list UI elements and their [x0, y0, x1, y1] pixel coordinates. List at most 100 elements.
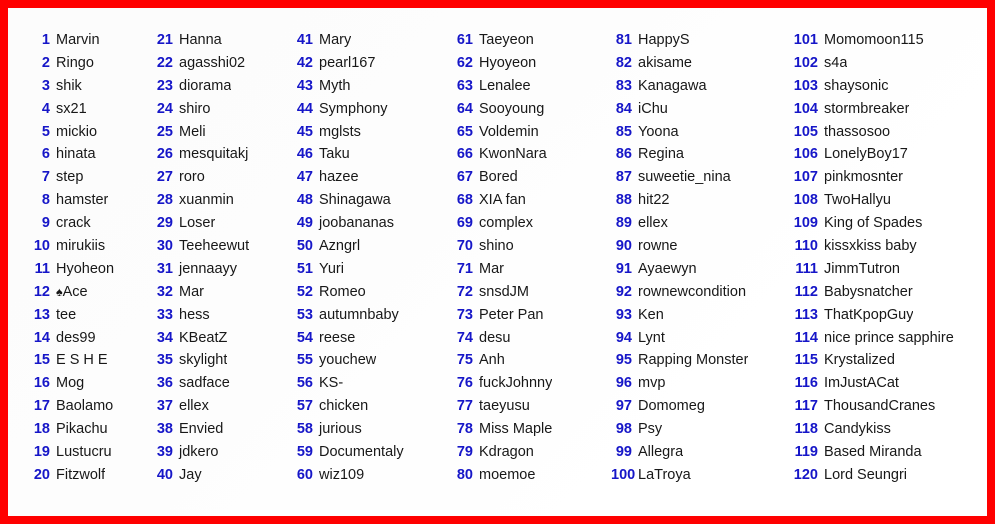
list-item[interactable]: 64 Sooyoung	[452, 98, 608, 121]
list-item[interactable]: 22 agasshi02	[152, 52, 288, 75]
list-item[interactable]: 19 Lustucru	[29, 441, 148, 464]
list-item[interactable]: 42 pearl167	[292, 52, 448, 75]
list-item[interactable]: 30 Teeheewut	[152, 235, 288, 258]
list-item[interactable]: 66 KwonNara	[452, 143, 608, 166]
list-item[interactable]: 86 Regina	[611, 143, 786, 166]
list-item[interactable]: 41 Mary	[292, 29, 448, 52]
list-item[interactable]: 111 JimmTutron	[789, 258, 982, 281]
list-item[interactable]: 72 snsdJM	[452, 281, 608, 304]
list-item[interactable]: 117 ThousandCranes	[789, 395, 982, 418]
list-item[interactable]: 70 shino	[452, 235, 608, 258]
list-item[interactable]: 50 Azngrl	[292, 235, 448, 258]
list-item[interactable]: 101 Momomoon115	[789, 29, 982, 52]
list-item[interactable]: 84 iChu	[611, 98, 786, 121]
list-item[interactable]: 18 Pikachu	[29, 418, 148, 441]
list-item[interactable]: 107 pinkmosnter	[789, 166, 982, 189]
list-item[interactable]: 92 rownewcondition	[611, 281, 786, 304]
list-item[interactable]: 109 King of Spades	[789, 212, 982, 235]
list-item[interactable]: 55 youchew	[292, 349, 448, 372]
list-item[interactable]: 32 Mar	[152, 281, 288, 304]
list-item[interactable]: 115 Krystalized	[789, 349, 982, 372]
list-item[interactable]: 77 taeyusu	[452, 395, 608, 418]
list-item[interactable]: 58 jurious	[292, 418, 448, 441]
list-item[interactable]: 49 joobananas	[292, 212, 448, 235]
list-item[interactable]: 82 akisame	[611, 52, 786, 75]
list-item[interactable]: 73 Peter Pan	[452, 304, 608, 327]
list-item[interactable]: 62 Hyoyeon	[452, 52, 608, 75]
list-item[interactable]: 40 Jay	[152, 464, 288, 487]
list-item[interactable]: 57 chicken	[292, 395, 448, 418]
list-item[interactable]: 36 sadface	[152, 372, 288, 395]
list-item[interactable]: 63 Lenalee	[452, 75, 608, 98]
list-item[interactable]: 48 Shinagawa	[292, 189, 448, 212]
list-item[interactable]: 52 Romeo	[292, 281, 448, 304]
list-item[interactable]: 8 hamster	[29, 189, 148, 212]
list-item[interactable]: 1 Marvin	[29, 29, 148, 52]
list-item[interactable]: 98 Psy	[611, 418, 786, 441]
list-item[interactable]: 13 tee	[29, 304, 148, 327]
list-item[interactable]: 71 Mar	[452, 258, 608, 281]
list-item[interactable]: 47 hazee	[292, 166, 448, 189]
list-item[interactable]: 43 Myth	[292, 75, 448, 98]
list-item[interactable]: 120 Lord Seungri	[789, 464, 982, 487]
list-item[interactable]: 25 Meli	[152, 121, 288, 144]
list-item[interactable]: 93 Ken	[611, 304, 786, 327]
list-item[interactable]: 89 ellex	[611, 212, 786, 235]
list-item[interactable]: 104 stormbreaker	[789, 98, 982, 121]
list-item[interactable]: 118 Candykiss	[789, 418, 982, 441]
list-item[interactable]: 16 Mog	[29, 372, 148, 395]
list-item[interactable]: 51 Yuri	[292, 258, 448, 281]
list-item[interactable]: 61 Taeyeon	[452, 29, 608, 52]
list-item[interactable]: 88 hit22	[611, 189, 786, 212]
list-item[interactable]: 53 autumnbaby	[292, 304, 448, 327]
list-item[interactable]: 4 sx21	[29, 98, 148, 121]
list-item[interactable]: 54 reese	[292, 327, 448, 350]
list-item[interactable]: 5 mickio	[29, 121, 148, 144]
list-item[interactable]: 114 nice prince sapphire	[789, 327, 982, 350]
list-item[interactable]: 28 xuanmin	[152, 189, 288, 212]
list-item[interactable]: 56 KS-	[292, 372, 448, 395]
list-item[interactable]: 91 Ayaewyn	[611, 258, 786, 281]
list-item[interactable]: 12 ♠Ace	[29, 281, 148, 304]
list-item[interactable]: 44 Symphony	[292, 98, 448, 121]
list-item[interactable]: 2 Ringo	[29, 52, 148, 75]
list-item[interactable]: 37 ellex	[152, 395, 288, 418]
list-item[interactable]: 103 shaysonic	[789, 75, 982, 98]
list-item[interactable]: 94 Lynt	[611, 327, 786, 350]
list-item[interactable]: 35 skylight	[152, 349, 288, 372]
list-item[interactable]: 102 s4a	[789, 52, 982, 75]
list-item[interactable]: 106 LonelyBoy17	[789, 143, 982, 166]
list-item[interactable]: 6 hinata	[29, 143, 148, 166]
list-item[interactable]: 96 mvp	[611, 372, 786, 395]
list-item[interactable]: 95 Rapping Monster	[611, 349, 786, 372]
list-item[interactable]: 24 shiro	[152, 98, 288, 121]
list-item[interactable]: 99 Allegra	[611, 441, 786, 464]
list-item[interactable]: 74 desu	[452, 327, 608, 350]
list-item[interactable]: 14 des99	[29, 327, 148, 350]
list-item[interactable]: 75 Anh	[452, 349, 608, 372]
list-item[interactable]: 59 Documentaly	[292, 441, 448, 464]
list-item[interactable]: 23 diorama	[152, 75, 288, 98]
list-item[interactable]: 68 XIA fan	[452, 189, 608, 212]
list-item[interactable]: 87 suweetie_nina	[611, 166, 786, 189]
list-item[interactable]: 39 jdkero	[152, 441, 288, 464]
list-item[interactable]: 90 rowne	[611, 235, 786, 258]
list-item[interactable]: 9 crack	[29, 212, 148, 235]
list-item[interactable]: 97 Domomeg	[611, 395, 786, 418]
list-item[interactable]: 34 KBeatZ	[152, 327, 288, 350]
list-item[interactable]: 26 mesquitakj	[152, 143, 288, 166]
list-item[interactable]: 38 Envied	[152, 418, 288, 441]
list-item[interactable]: 85 Yoona	[611, 121, 786, 144]
list-item[interactable]: 105 thassosoo	[789, 121, 982, 144]
list-item[interactable]: 65 Voldemin	[452, 121, 608, 144]
list-item[interactable]: 7 step	[29, 166, 148, 189]
list-item[interactable]: 78 Miss Maple	[452, 418, 608, 441]
list-item[interactable]: 116 ImJustACat	[789, 372, 982, 395]
list-item[interactable]: 76 fuckJohnny	[452, 372, 608, 395]
list-item[interactable]: 83 Kanagawa	[611, 75, 786, 98]
list-item[interactable]: 11 Hyoheon	[29, 258, 148, 281]
list-item[interactable]: 60 wiz109	[292, 464, 448, 487]
list-item[interactable]: 29 Loser	[152, 212, 288, 235]
list-item[interactable]: 17 Baolamo	[29, 395, 148, 418]
list-item[interactable]: 27 roro	[152, 166, 288, 189]
